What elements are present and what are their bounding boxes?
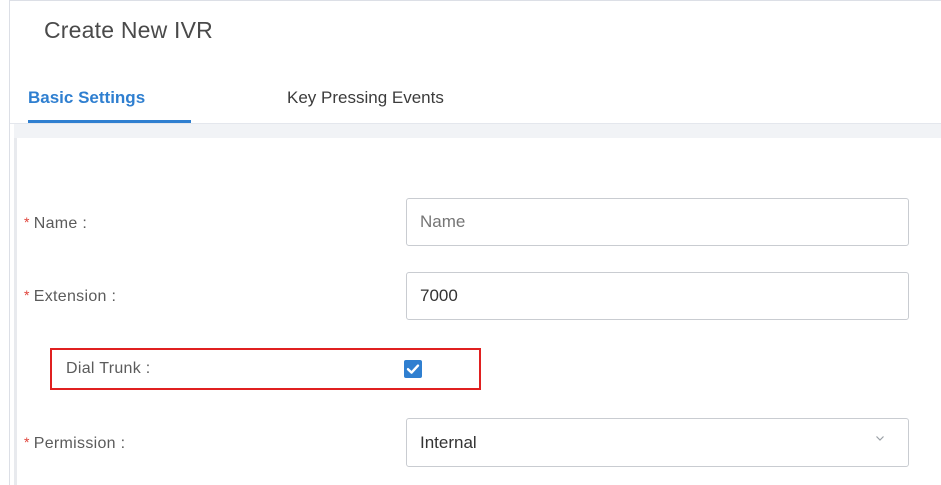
- extension-label-text: Extension :: [33, 288, 117, 305]
- tab-bar: Basic Settings Key Pressing Events: [10, 70, 941, 124]
- tab-basic-settings[interactable]: Basic Settings: [28, 88, 145, 108]
- dial-trunk-label: Dial Trunk :: [66, 360, 151, 377]
- chevron-down-icon: [876, 436, 884, 441]
- extension-label: * Extension :: [24, 287, 117, 306]
- panel-left-border: [14, 124, 17, 485]
- tab-key-pressing-events[interactable]: Key Pressing Events: [287, 88, 444, 108]
- permission-label-text: Permission :: [33, 435, 126, 452]
- required-mark: *: [24, 287, 30, 303]
- check-icon: [406, 364, 420, 374]
- name-input[interactable]: [406, 198, 909, 246]
- required-mark: *: [24, 214, 30, 230]
- permission-select[interactable]: Internal: [406, 418, 909, 467]
- frame-top-border: [10, 0, 941, 1]
- permission-label: * Permission :: [24, 434, 126, 453]
- dial-trunk-checkbox[interactable]: [404, 360, 422, 378]
- required-mark: *: [24, 434, 30, 450]
- panel-top-band: [14, 124, 941, 138]
- name-label-text: Name :: [33, 215, 88, 232]
- extension-input[interactable]: [406, 272, 909, 320]
- permission-selected-value: Internal: [420, 433, 477, 452]
- page-title: Create New IVR: [44, 17, 213, 43]
- name-label: * Name :: [24, 214, 88, 233]
